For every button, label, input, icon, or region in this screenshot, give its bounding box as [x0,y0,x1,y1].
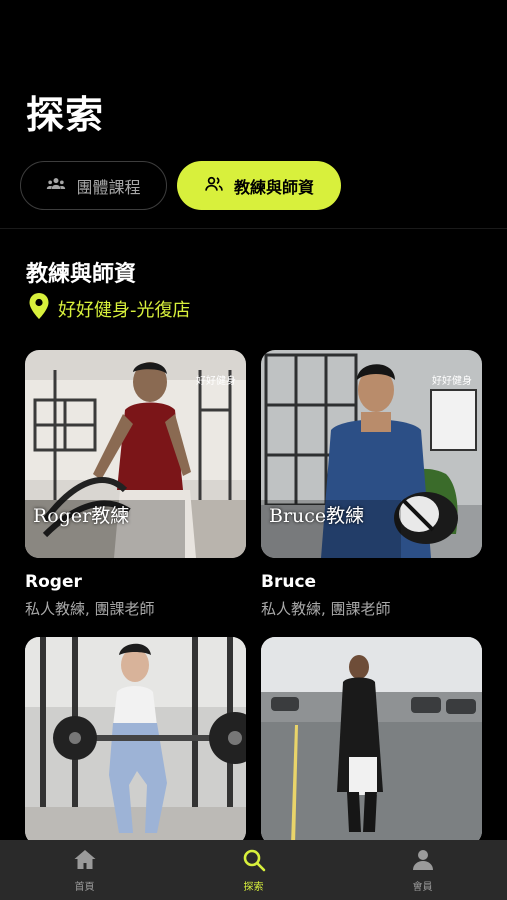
tab-bar: 團體課程 教練與師資 [20,161,341,210]
brand-watermark: 好好健身 [196,376,236,387]
coach-photo [25,637,246,845]
coach-name: Bruce [261,572,317,592]
users-icon [204,174,224,198]
section-title: 教練與師資 [26,262,137,287]
bottom-nav: 首頁 探索 會員 [0,840,507,900]
brand-watermark: 好好健身 [432,376,472,387]
user-icon [411,848,435,875]
tab-coaches[interactable]: 教練與師資 [177,161,341,210]
coach-photo: 好好健身 Roger教練 [25,350,246,558]
coach-overlay-title: Roger教練 [33,505,130,527]
page-title: 探索 [26,93,105,137]
nav-label: 首頁 [74,881,95,893]
coach-card[interactable]: 好好健身 Roger教練 Roger 私人教練, 團課老師 [25,350,246,619]
group-icon [46,174,66,198]
coach-name: Roger [25,572,82,592]
location-name: 好好健身-光復店 [58,299,191,321]
coach-photo [261,637,482,845]
tab-label: 團體課程 [76,177,141,197]
tab-group-classes[interactable]: 團體課程 [20,161,167,210]
divider [0,228,507,229]
coach-card[interactable] [261,637,482,845]
location-pin-icon [28,292,50,325]
home-icon [73,848,97,875]
nav-label: 會員 [412,881,433,893]
nav-explore[interactable]: 探索 [169,840,338,900]
nav-home[interactable]: 首頁 [0,840,169,900]
location-selector[interactable]: 好好健身-光復店 [28,292,191,325]
coach-card[interactable] [25,637,246,845]
coach-role: 私人教練, 團課老師 [261,600,391,618]
nav-label: 探索 [243,881,264,893]
coach-photo: 好好健身 Bruce教練 [261,350,482,558]
coach-card[interactable]: 好好健身 Bruce教練 Bruce 私人教練, 團課老師 [261,350,482,619]
nav-member[interactable]: 會員 [338,840,507,900]
coach-overlay-title: Bruce教練 [269,505,365,527]
search-icon [242,848,266,875]
tab-label: 教練與師資 [233,177,314,197]
coach-role: 私人教練, 團課老師 [25,600,155,618]
